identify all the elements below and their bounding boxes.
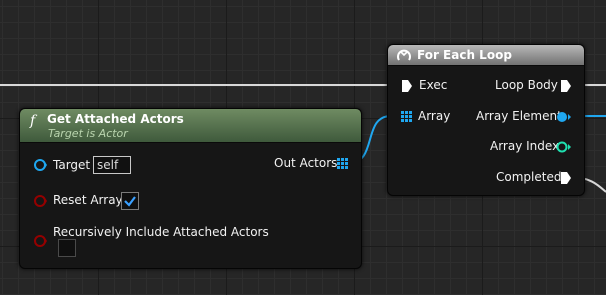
loop-body-label: Loop Body bbox=[495, 78, 558, 92]
reset-array-checkbox[interactable] bbox=[121, 192, 139, 210]
get-attached-actors-node[interactable]: f Get Attached Actors Target is Actor Ta… bbox=[19, 108, 362, 269]
target-input[interactable]: self bbox=[93, 156, 131, 174]
for-each-loop-node[interactable]: For Each Loop Exec Array Loop Body Array… bbox=[387, 44, 585, 196]
loop-body-exec-pin[interactable] bbox=[560, 79, 572, 93]
array-element-object-pin[interactable] bbox=[556, 110, 572, 124]
svg-text:f: f bbox=[29, 113, 38, 128]
out-actors-array-pin[interactable] bbox=[337, 158, 349, 170]
array-index-label: Array Index bbox=[490, 139, 560, 153]
completed-exec-pin[interactable] bbox=[560, 171, 572, 185]
node-subtitle: Target is Actor bbox=[48, 127, 128, 140]
exec-in-pin[interactable] bbox=[401, 79, 413, 93]
function-icon: f bbox=[29, 113, 38, 128]
array-label: Array bbox=[418, 109, 451, 123]
target-label: Target bbox=[53, 158, 91, 172]
recursive-label: Recursively Include Attached Actors bbox=[53, 225, 269, 239]
completed-label: Completed bbox=[496, 170, 562, 184]
reset-array-label: Reset Array bbox=[53, 193, 123, 207]
node-title: Get Attached Actors bbox=[47, 112, 184, 126]
array-element-label: Array Element bbox=[476, 109, 562, 123]
recursive-checkbox[interactable] bbox=[58, 239, 76, 257]
recursive-bool-pin[interactable] bbox=[33, 234, 47, 248]
out-actors-label: Out Actors bbox=[274, 156, 338, 170]
array-in-pin[interactable] bbox=[401, 111, 413, 123]
macro-icon bbox=[397, 49, 411, 61]
exec-label: Exec bbox=[419, 78, 448, 92]
reset-array-bool-pin[interactable] bbox=[33, 194, 47, 208]
node-title: For Each Loop bbox=[417, 48, 512, 62]
array-index-int-pin[interactable] bbox=[556, 140, 572, 154]
node-header[interactable]: For Each Loop bbox=[388, 45, 584, 66]
checkmark-icon bbox=[124, 196, 136, 207]
node-header[interactable]: f Get Attached Actors Target is Actor bbox=[20, 109, 361, 143]
target-object-pin[interactable] bbox=[33, 158, 47, 172]
